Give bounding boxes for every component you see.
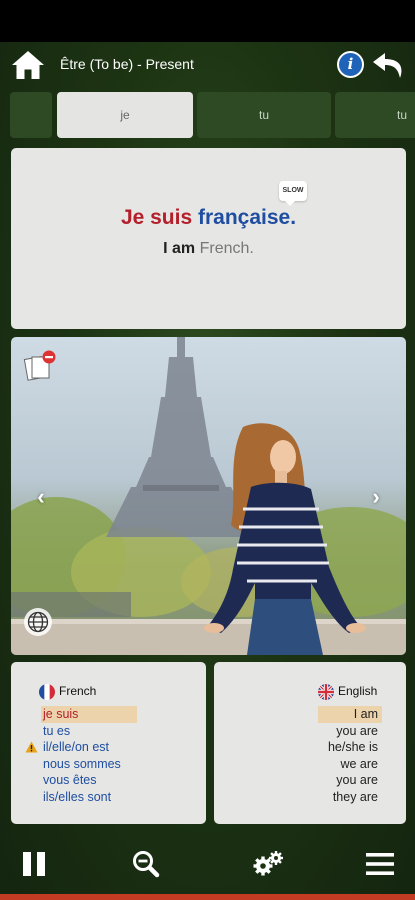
- pause-icon[interactable]: [18, 848, 50, 880]
- france-flag-icon: [39, 684, 55, 700]
- french-row-je[interactable]: je suis: [41, 706, 137, 723]
- status-bar: [0, 0, 415, 42]
- tab-tu[interactable]: tu: [197, 92, 331, 138]
- info-icon[interactable]: i: [337, 51, 364, 78]
- french-sentence-verb: Je suis: [120, 206, 193, 229]
- uk-flag-icon: [318, 684, 334, 700]
- english-row-i[interactable]: I am: [318, 706, 382, 723]
- sentence-card: SLOW Je suis française. I am French.: [11, 148, 406, 329]
- pronoun-tabs: je tu tu: [0, 92, 415, 140]
- english-row-he-she[interactable]: he/she is: [318, 739, 382, 756]
- english-row-we[interactable]: we are: [318, 756, 382, 773]
- french-conjugation-list: je suis tu es il/elle/on est nous sommes…: [25, 706, 137, 806]
- french-sentence-rest: française.: [198, 206, 297, 229]
- french-row-vous[interactable]: vous êtes: [41, 772, 137, 789]
- home-icon[interactable]: [10, 48, 46, 82]
- english-translation-verb: I am: [163, 240, 196, 257]
- page-title: Être (To be) - Present: [60, 56, 194, 72]
- previous-arrow-icon[interactable]: ‹: [31, 485, 51, 509]
- bottom-toolbar: [0, 838, 415, 890]
- english-row-they[interactable]: they are: [318, 789, 382, 806]
- english-translation-rest: French.: [199, 240, 254, 257]
- english-row-you[interactable]: you are: [318, 723, 382, 740]
- french-sentence[interactable]: Je suis française.: [11, 206, 406, 230]
- warning-icon[interactable]: [25, 741, 38, 753]
- french-row-il[interactable]: il/elle/on est: [25, 739, 137, 756]
- illustration-photo: ‹ ›: [11, 337, 406, 655]
- french-row-nous[interactable]: nous sommes: [41, 756, 137, 773]
- french-row-tu[interactable]: tu es: [41, 723, 137, 740]
- gears-icon[interactable]: [252, 848, 284, 880]
- top-bar: Être (To be) - Present i: [0, 42, 415, 90]
- undo-arrow-icon[interactable]: [371, 48, 407, 82]
- tab-next[interactable]: tu: [335, 92, 415, 138]
- eiffel-tower-scene: [11, 337, 406, 655]
- english-panel-header: English: [338, 684, 378, 698]
- tab-previous[interactable]: [10, 92, 52, 138]
- hamburger-menu-icon[interactable]: [364, 848, 396, 880]
- french-row-ils[interactable]: ils/elles sont: [41, 789, 137, 806]
- slow-audio-button[interactable]: SLOW: [279, 181, 307, 206]
- english-conjugation-list: I am you are he/she is we are you are th…: [318, 706, 382, 805]
- globe-icon[interactable]: [23, 607, 53, 637]
- zoom-out-icon[interactable]: [130, 848, 162, 880]
- tab-je[interactable]: je: [57, 92, 193, 138]
- remove-flashcard-icon[interactable]: [23, 349, 57, 383]
- english-row-you-plural[interactable]: you are: [318, 772, 382, 789]
- bottom-accent-bar: [0, 894, 415, 900]
- french-conjugation-panel: French je suis tu es il/elle/on est nous…: [11, 662, 206, 824]
- french-row-il-text: il/elle/on est: [43, 740, 110, 754]
- english-translation: I am French.: [11, 240, 406, 258]
- english-conjugation-panel: English I am you are he/she is we are yo…: [214, 662, 406, 824]
- french-panel-header: French: [59, 684, 97, 698]
- next-arrow-icon[interactable]: ›: [366, 485, 386, 509]
